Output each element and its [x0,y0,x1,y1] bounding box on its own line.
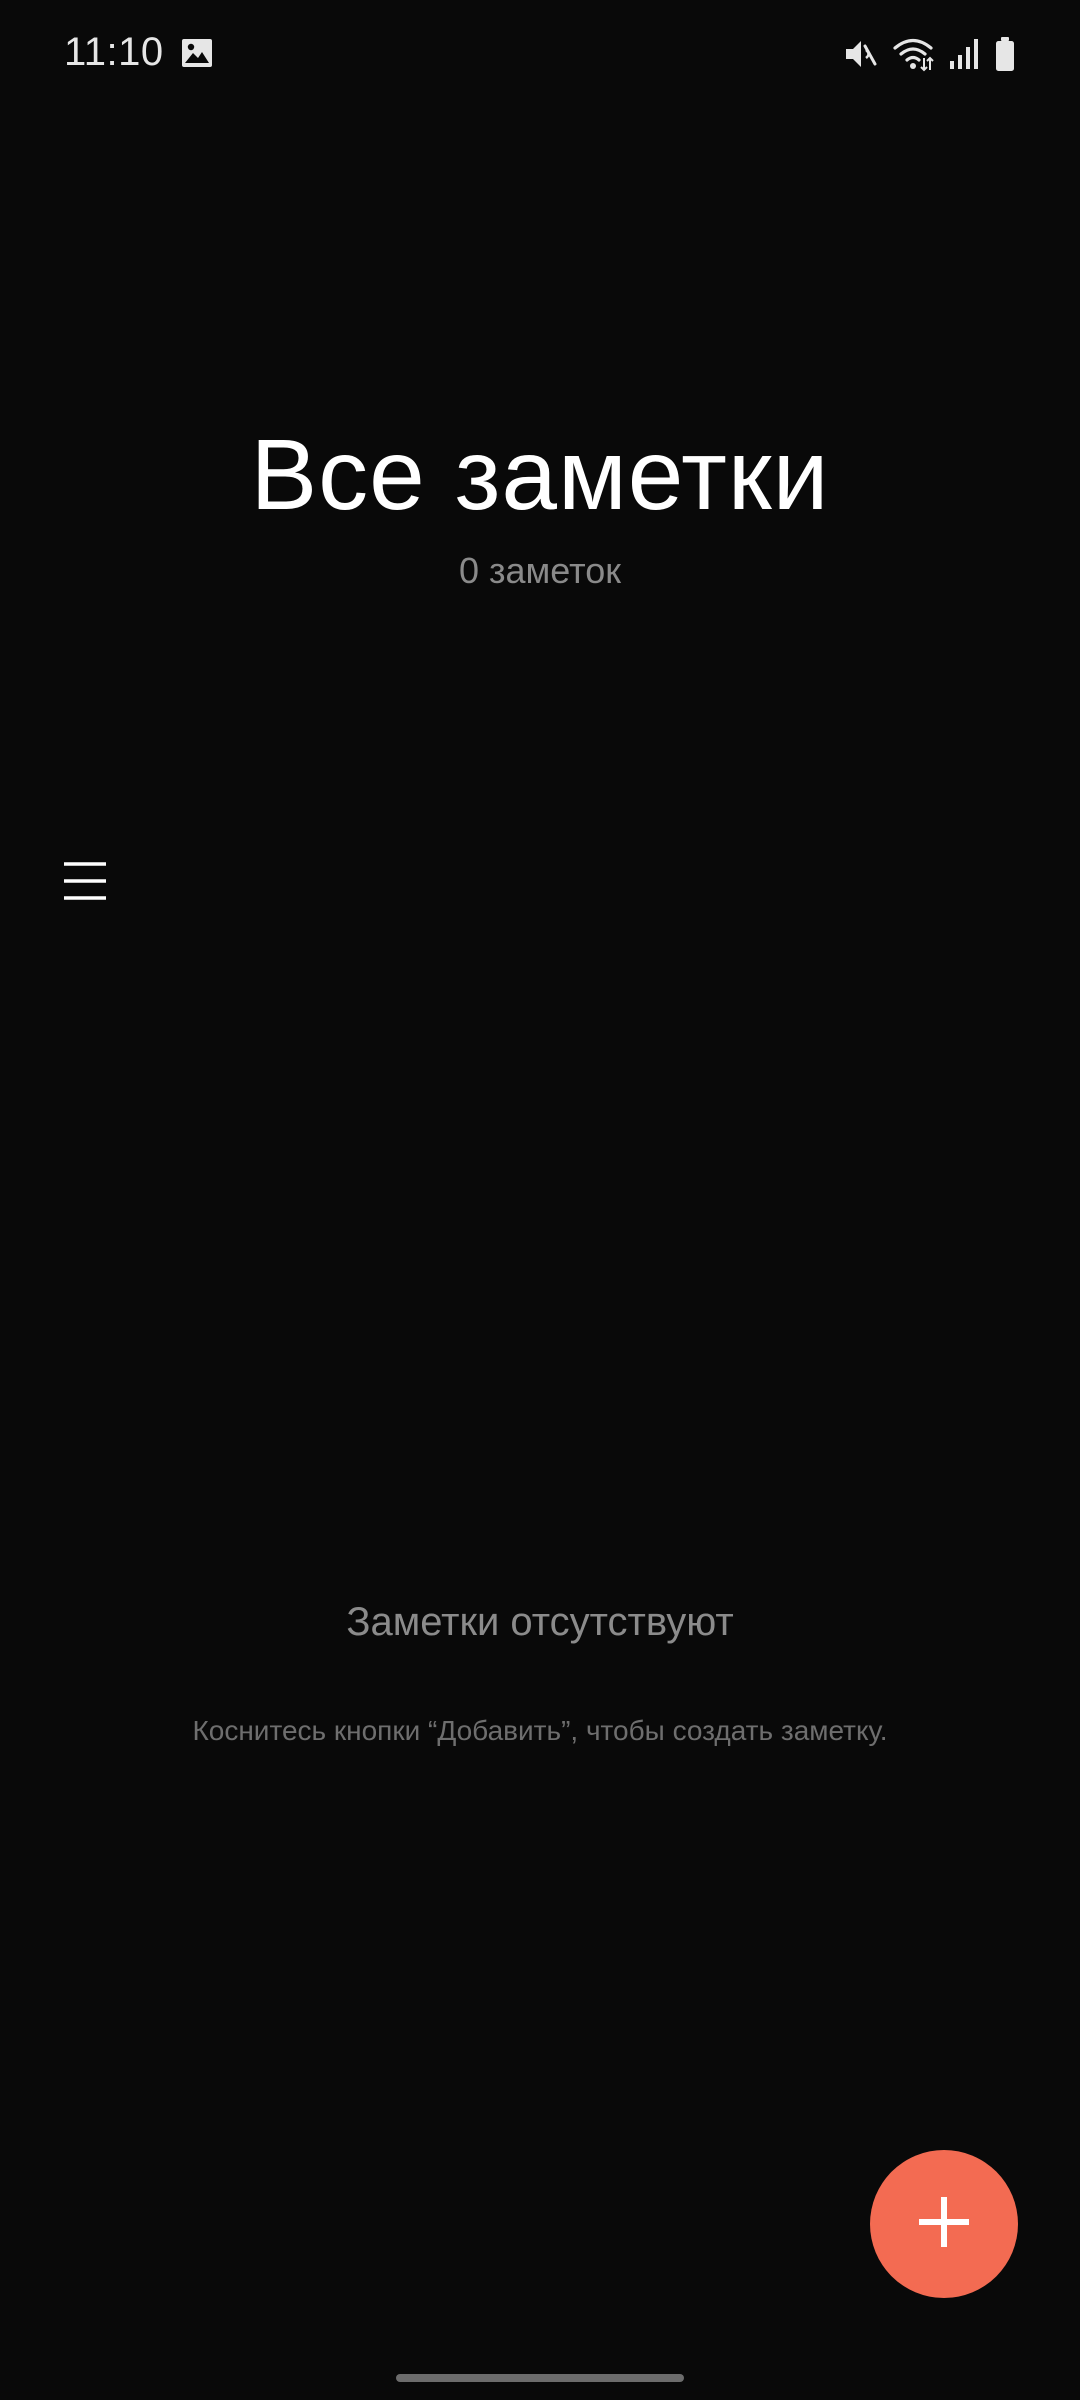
empty-state-title: Заметки отсутствуют [346,1600,734,1644]
empty-state-hint: Коснитесь кнопки “Добавить”, чтобы созда… [192,1715,888,1746]
battery-icon [994,36,1016,72]
home-indicator[interactable] [396,2374,684,2382]
status-time: 11:10 [64,30,164,74]
mute-icon [842,36,878,72]
page-title: Все заметки [250,419,830,531]
hamburger-menu-icon [62,858,108,909]
status-icons [842,32,1016,76]
signal-icon [948,37,980,71]
add-note-button[interactable] [870,2150,1018,2298]
gallery-icon [180,36,214,70]
notes-count: 0 заметок [459,550,621,591]
header: Все заметки 0 заметок [0,420,1080,592]
plus-icon [916,2194,972,2255]
empty-state: Заметки отсутствуют Коснитесь кнопки “До… [0,1600,1080,1747]
status-bar: 11:10 [0,0,1080,110]
wifi-icon [892,36,934,72]
menu-button[interactable] [52,850,118,916]
